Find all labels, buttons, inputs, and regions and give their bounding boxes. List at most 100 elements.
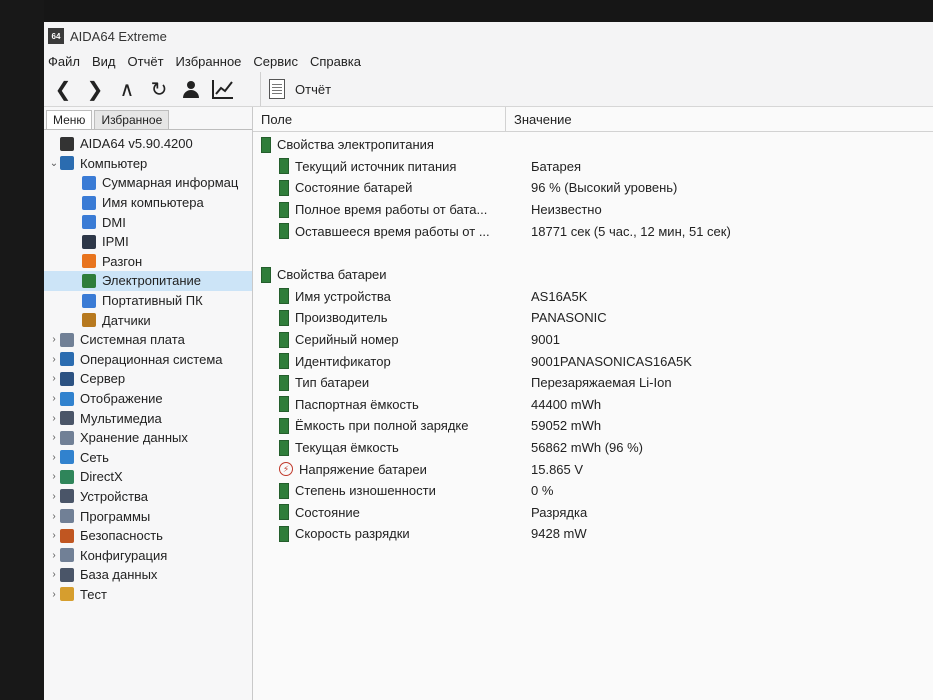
refresh-icon[interactable]: ↻	[148, 78, 170, 101]
battery-icon	[279, 504, 289, 521]
chevron-right-icon[interactable]: ›	[48, 589, 60, 600]
sidebar-item[interactable]: › Конфигурация	[44, 545, 252, 565]
field-label: Паспортная ёмкость	[295, 396, 419, 412]
ipmi-icon	[82, 234, 96, 249]
table-row[interactable]: Состояние батарей 96 % (Высокий уровень)	[253, 177, 933, 199]
chevron-right-icon[interactable]: ›	[48, 530, 60, 541]
chevron-right-icon[interactable]: ›	[48, 413, 60, 424]
field-label: Полное время работы от бата...	[295, 202, 488, 218]
sidebar-item[interactable]: Суммарная информац	[44, 173, 252, 193]
table-row[interactable]: Паспортная ёмкость 44400 mWh	[253, 394, 933, 416]
battery-icon	[279, 331, 289, 348]
menu-report[interactable]: Отчёт	[128, 54, 164, 69]
chevron-right-icon[interactable]: ›	[48, 471, 60, 482]
configuration-icon	[60, 548, 74, 563]
table-row[interactable]: Имя устройства AS16A5K	[253, 286, 933, 308]
power-icon	[82, 273, 96, 288]
column-header-field[interactable]: Поле	[253, 107, 506, 131]
report-button[interactable]: Отчёт	[295, 82, 331, 97]
table-row[interactable]: Текущая ёмкость 56862 mWh (96 %)	[253, 437, 933, 459]
sidebar-item[interactable]: › Отображение	[44, 389, 252, 409]
sidebar-item[interactable]: Датчики	[44, 310, 252, 330]
table-row[interactable]: Ёмкость при полной зарядке 59052 mWh	[253, 415, 933, 437]
sidebar-item[interactable]: › Программы	[44, 506, 252, 526]
sidebar-item[interactable]: › База данных	[44, 565, 252, 585]
sidebar-item[interactable]: IPMI	[44, 232, 252, 252]
table-row[interactable]: Степень изношенности 0 %	[253, 480, 933, 502]
sidebar-item[interactable]: Портативный ПК	[44, 291, 252, 311]
battery-icon	[279, 396, 289, 413]
chevron-right-icon[interactable]: ›	[48, 334, 60, 345]
devices-icon	[60, 489, 74, 504]
table-row[interactable]: Текущий источник питания Батарея	[253, 156, 933, 178]
user-icon[interactable]	[180, 78, 202, 100]
chevron-right-icon[interactable]: ›	[48, 511, 60, 522]
forward-icon[interactable]: ❯	[84, 78, 106, 101]
network-icon	[60, 450, 74, 465]
chevron-right-icon[interactable]: ›	[48, 373, 60, 384]
table-row[interactable]: Производитель PANASONIC	[253, 307, 933, 329]
sidebar-item[interactable]: DMI	[44, 212, 252, 232]
back-icon[interactable]: ❮	[52, 78, 74, 101]
field-label: Оставшееся время работы от ...	[295, 223, 490, 239]
chevron-down-icon[interactable]: ⌄	[48, 158, 60, 169]
sidebar-item[interactable]: › Операционная система	[44, 350, 252, 370]
up-icon[interactable]: ∧	[116, 78, 138, 101]
table-row[interactable]: Идентификатор 9001PANASONICAS16A5K	[253, 350, 933, 372]
chevron-right-icon[interactable]: ›	[48, 354, 60, 365]
table-row[interactable]: Оставшееся время работы от ... 18771 сек …	[253, 220, 933, 242]
sidebar-item-label: Отображение	[80, 391, 163, 407]
chevron-right-icon[interactable]: ›	[48, 432, 60, 443]
menu-service[interactable]: Сервис	[253, 54, 298, 69]
sidebar-item-label: Операционная система	[80, 351, 223, 367]
portable-pc-icon	[82, 293, 96, 308]
sidebar-item[interactable]: ⌄ Компьютер	[44, 154, 252, 174]
multimedia-icon	[60, 411, 74, 426]
sidebar-item[interactable]: › Сервер	[44, 369, 252, 389]
table-row[interactable]: Полное время работы от бата... Неизвестно	[253, 199, 933, 221]
table-row[interactable]: Серийный номер 9001	[253, 329, 933, 351]
sidebar-item[interactable]: Имя компьютера	[44, 193, 252, 213]
battery-icon	[279, 158, 289, 175]
field-label: Идентификатор	[295, 353, 391, 369]
sidebar-item[interactable]: › Сеть	[44, 448, 252, 468]
menu-file[interactable]: Файл	[48, 54, 80, 69]
screen-bezel-top	[0, 0, 933, 22]
sidebar-item[interactable]: › Хранение данных	[44, 428, 252, 448]
battery-icon	[279, 353, 289, 370]
field-value: 96 % (Высокий уровень)	[531, 180, 678, 196]
sidebar-item-label: База данных	[80, 567, 158, 583]
chevron-right-icon[interactable]: ›	[48, 452, 60, 463]
sidebar-item[interactable]: Электропитание	[44, 271, 252, 291]
chevron-right-icon[interactable]: ›	[48, 550, 60, 561]
sidebar-item[interactable]: › Безопасность	[44, 526, 252, 546]
sidebar-item[interactable]: › DirectX	[44, 467, 252, 487]
table-row[interactable]: Скорость разрядки 9428 mW	[253, 523, 933, 545]
sidebar-item[interactable]: › Системная плата	[44, 330, 252, 350]
chevron-right-icon[interactable]: ›	[48, 393, 60, 404]
sidebar-item[interactable]: › Устройства	[44, 487, 252, 507]
sidebar-item-label: Суммарная информац	[102, 175, 239, 191]
field-label: Напряжение батареи	[299, 461, 427, 477]
sidebar-item[interactable]: › Тест	[44, 585, 252, 605]
menu-help[interactable]: Справка	[310, 54, 361, 69]
section-header[interactable]: Свойства батареи	[253, 264, 933, 286]
chart-icon[interactable]	[212, 78, 234, 100]
sidebar-item-label: IPMI	[102, 234, 129, 250]
tab-menu[interactable]: Меню	[46, 110, 93, 129]
sidebar-item[interactable]: › Мультимедиа	[44, 408, 252, 428]
column-header-value[interactable]: Значение	[506, 112, 572, 127]
table-row[interactable]: Состояние Разрядка	[253, 502, 933, 524]
chevron-right-icon[interactable]: ›	[48, 569, 60, 580]
table-row[interactable]: Тип батареи Перезаряжаемая Li-Ion	[253, 372, 933, 394]
table-row[interactable]: ⚡ Напряжение батареи 15.865 V	[253, 458, 933, 480]
sidebar-item[interactable]: AIDA64 v5.90.4200	[44, 134, 252, 154]
section-header[interactable]: Свойства электропитания	[253, 134, 933, 156]
database-icon	[60, 567, 74, 582]
sidebar-item[interactable]: Разгон	[44, 252, 252, 272]
tab-favorites[interactable]: Избранное	[94, 110, 170, 129]
menu-view[interactable]: Вид	[92, 54, 116, 69]
chevron-right-icon[interactable]: ›	[48, 491, 60, 502]
menu-favorites[interactable]: Избранное	[176, 54, 242, 69]
